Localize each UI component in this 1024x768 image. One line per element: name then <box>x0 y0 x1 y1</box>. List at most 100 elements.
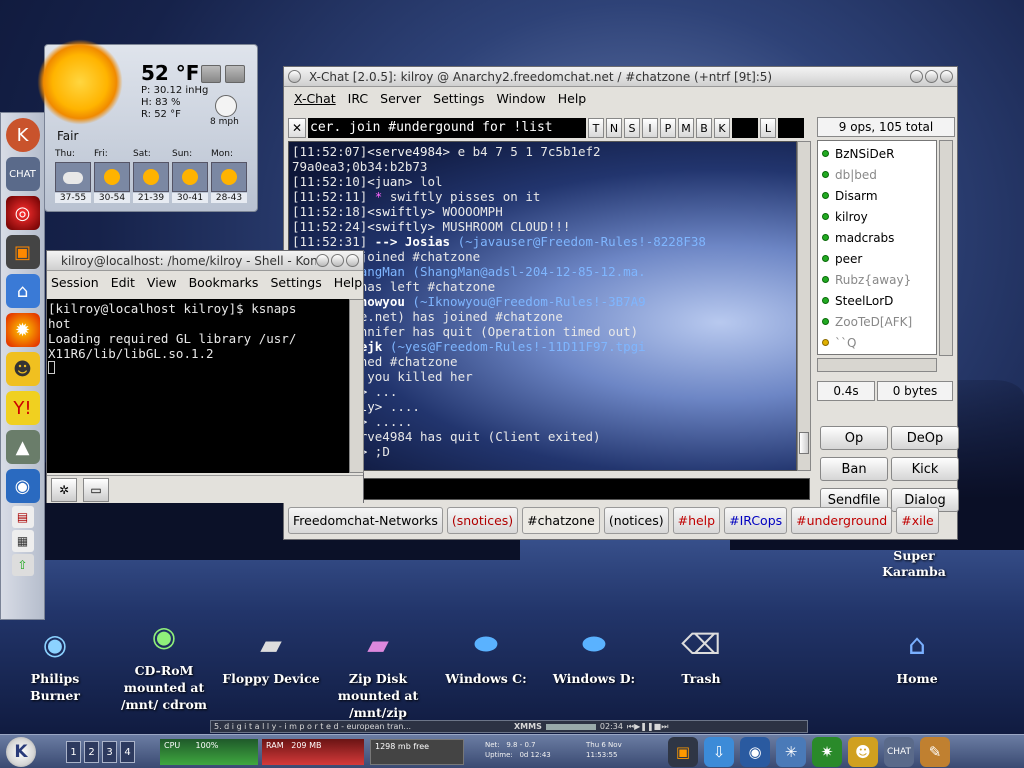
op-button[interactable]: Op <box>820 426 888 450</box>
mode-k-button[interactable]: K <box>714 118 730 138</box>
xchat-tray-icon[interactable]: CHAT <box>884 737 914 767</box>
minimize-icon[interactable] <box>316 254 329 267</box>
mode-p-button[interactable]: P <box>660 118 676 138</box>
kick-button[interactable]: Kick <box>891 457 959 481</box>
update-icon[interactable]: ⇧ <box>11 554 34 576</box>
channel-tab[interactable]: Freedomchat-Networks <box>288 507 443 534</box>
xchat-icon[interactable]: CHAT <box>5 157 40 191</box>
konsole-titlebar[interactable]: kilroy@localhost: /home/kilroy - Shell -… <box>47 251 363 271</box>
kde-menu-icon[interactable]: K <box>5 118 40 152</box>
menu-xchat[interactable]: X-Chat <box>290 91 344 106</box>
chat-scrollbar[interactable] <box>797 141 811 471</box>
gimp-tray-icon[interactable]: ✎ <box>920 737 950 767</box>
close-icon[interactable] <box>346 254 359 267</box>
user-list[interactable]: BzNSiDeR db|bed Disarm kilroy madcrabs peer Ru… <box>817 140 937 355</box>
desktop-icon-home[interactable]: ⌂ Home <box>857 622 977 687</box>
minimize-icon[interactable] <box>910 70 923 83</box>
shell-tab-icon[interactable]: ▭ <box>83 477 109 502</box>
menu-settings[interactable]: Settings <box>429 91 492 106</box>
ban-button[interactable]: Ban <box>820 457 888 481</box>
channel-tab[interactable]: #chatzone <box>522 507 600 534</box>
mode-i-button[interactable]: I <box>642 118 658 138</box>
terminal-output[interactable]: [kilroy@localhost kilroy]$ ksnaps hot Lo… <box>47 299 349 473</box>
hat-icon[interactable]: ▲ <box>5 430 40 464</box>
kmenu-button[interactable]: K <box>6 737 36 767</box>
terminal-icon[interactable]: ▣ <box>5 235 40 269</box>
user-list-item[interactable]: db|bed <box>818 164 936 185</box>
menu-session[interactable]: Session <box>47 275 107 290</box>
user-list-item[interactable]: SteelLorD <box>818 290 936 311</box>
calendar-icon[interactable]: ▦ <box>11 530 34 552</box>
desktop-icon-windows-c[interactable]: ⬬ Windows C: <box>426 622 546 687</box>
xmms-seekbar[interactable] <box>545 723 596 730</box>
menu-help[interactable]: Help <box>554 91 595 106</box>
deop-button[interactable]: DeOp <box>891 426 959 450</box>
firebird-icon[interactable]: ✹ <box>5 313 40 347</box>
menu-edit[interactable]: Edit <box>107 275 143 290</box>
weather-refresh-button[interactable] <box>225 65 245 83</box>
channel-tab[interactable]: (notices) <box>603 507 669 534</box>
window-menu-icon[interactable] <box>288 70 301 83</box>
menu-window[interactable]: Window <box>492 91 553 106</box>
channel-tab[interactable]: #help <box>672 507 721 534</box>
new-session-icon[interactable]: ✲ <box>51 477 77 502</box>
chat-log[interactable]: [11:52:07]<serve4984> e b4 7 5 1 7c5b1ef… <box>288 141 797 471</box>
menu-help[interactable]: Help <box>330 275 371 290</box>
weather-settings-button[interactable] <box>201 65 221 83</box>
mode-s-button[interactable]: S <box>624 118 640 138</box>
channel-tab[interactable]: (snotices) <box>446 507 519 534</box>
network-icon[interactable]: ◉ <box>5 469 40 503</box>
pager-desktop-1[interactable]: 1 <box>66 741 81 763</box>
desktop-icon-floppy[interactable]: ▰ Floppy Device <box>211 622 331 687</box>
snowflake-tray-icon[interactable]: ✳ <box>776 737 806 767</box>
menu-view[interactable]: View <box>143 275 185 290</box>
user-list-item[interactable]: Rubz{away} <box>818 269 936 290</box>
channel-tab[interactable]: #underground <box>791 507 893 534</box>
star-tray-icon[interactable]: ✷ <box>812 737 842 767</box>
user-list-item[interactable]: BzNSiDeR <box>818 143 936 164</box>
close-icon[interactable] <box>940 70 953 83</box>
user-list-item[interactable]: madcrabs <box>818 227 936 248</box>
clock[interactable]: Thu 6 Nov 11:53:55 <box>586 740 622 760</box>
home-folder-icon[interactable]: ⌂ <box>5 274 40 308</box>
pager-desktop-4[interactable]: 4 <box>120 741 135 763</box>
xchat-titlebar[interactable]: X-Chat [2.0.5]: kilroy @ Anarchy2.freedo… <box>284 67 957 87</box>
target-icon[interactable]: ◎ <box>5 196 40 230</box>
mode-t-button[interactable]: T <box>588 118 604 138</box>
user-list-item[interactable]: ``Q <box>818 332 936 353</box>
pager-desktop-3[interactable]: 3 <box>102 741 117 763</box>
user-list-item[interactable]: peer <box>818 248 936 269</box>
userlist-hscrollbar[interactable] <box>817 358 937 372</box>
topic-input[interactable]: cer. join #undergound for !list <box>308 118 586 138</box>
channel-tab[interactable]: #IRCops <box>724 507 788 534</box>
network-tray-icon[interactable]: ◉ <box>740 737 770 767</box>
konsole-tray-icon[interactable]: ▣ <box>668 737 698 767</box>
close-tab-button[interactable]: ✕ <box>288 118 306 138</box>
maximize-icon[interactable] <box>331 254 344 267</box>
desktop-icon-windows-d[interactable]: ⬬ Windows D: <box>534 622 654 687</box>
desktop-icon-zip[interactable]: ▰ Zip Disk mounted at /mnt/zip <box>318 622 438 721</box>
menu-bookmarks[interactable]: Bookmarks <box>185 275 267 290</box>
mode-l-button[interactable]: L <box>760 118 776 138</box>
menu-server[interactable]: Server <box>376 91 429 106</box>
user-tray-icon[interactable]: ☻ <box>848 737 878 767</box>
desktop-icon-trash[interactable]: ⌫ Trash <box>641 622 761 687</box>
menu-irc[interactable]: IRC <box>344 91 376 106</box>
user-list-item[interactable]: ZooTeD[AFK] <box>818 311 936 332</box>
desktop-icon-cdrom[interactable]: ◉ CD-RoM mounted at /mnt/ cdrom <box>104 614 224 713</box>
mode-m-button[interactable]: M <box>678 118 694 138</box>
mode-b-button[interactable]: B <box>696 118 712 138</box>
xmms-player[interactable]: 5. d i g i t a l l y - i m p o r t e d -… <box>210 720 808 733</box>
desktop-icon-philips-burner[interactable]: ◉ Philips Burner <box>0 622 115 704</box>
xmms-controls-icon[interactable]: ⏮▶❚❚■⏭ <box>627 722 669 732</box>
limit-input[interactable] <box>778 118 804 138</box>
yahoo-icon[interactable]: Y! <box>5 391 40 425</box>
user-list-item[interactable]: kilroy <box>818 206 936 227</box>
userlist-scrollbar[interactable] <box>939 140 953 356</box>
kget-tray-icon[interactable]: ⇩ <box>704 737 734 767</box>
maximize-icon[interactable] <box>925 70 938 83</box>
pager-desktop-2[interactable]: 2 <box>84 741 99 763</box>
menu-settings[interactable]: Settings <box>266 275 329 290</box>
terminal-scrollbar[interactable] <box>349 299 364 473</box>
clipboard-icon[interactable]: ▤ <box>11 506 34 528</box>
